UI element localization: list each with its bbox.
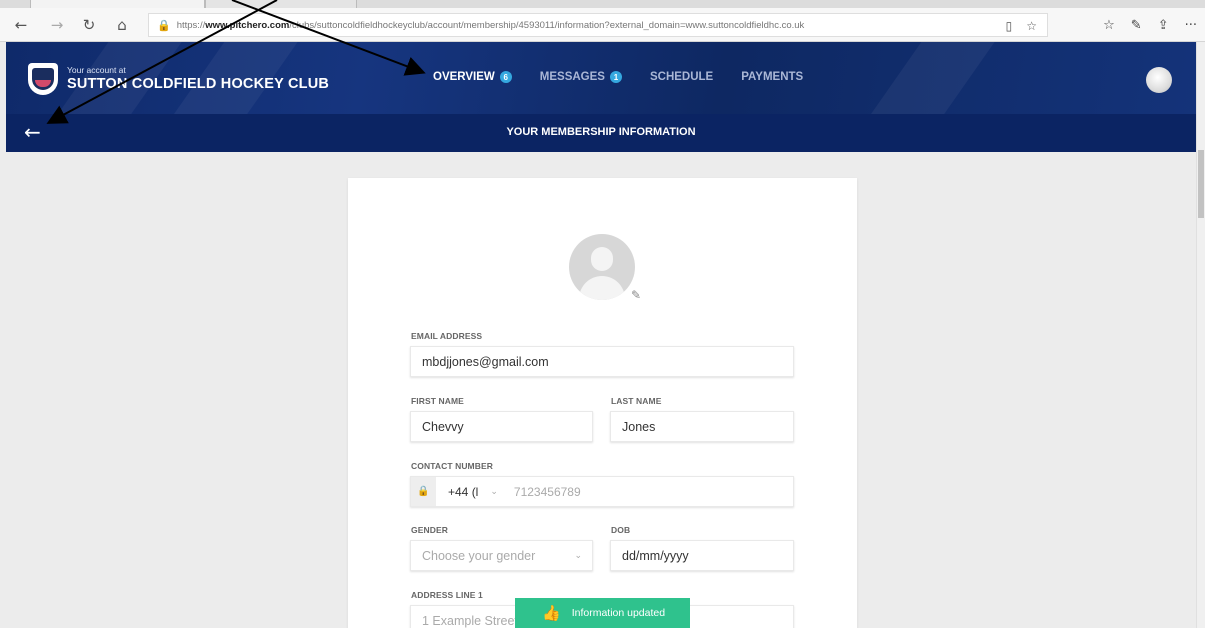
- contact-number-label: CONTACT NUMBER: [411, 461, 493, 471]
- forward-button[interactable]: →: [44, 8, 70, 42]
- edit-photo-icon[interactable]: ✎: [631, 288, 641, 302]
- url-domain: www.pitchero.com: [205, 19, 290, 31]
- url-path: /clubs/suttoncoldfieldhockeyclub/account…: [289, 19, 805, 31]
- page-title: YOUR MEMBERSHIP INFORMATION: [506, 126, 696, 138]
- address-line-1-placeholder: 1 Example Street: [422, 613, 518, 628]
- browser-tab[interactable]: [205, 0, 357, 8]
- url-prefix: https://: [176, 19, 206, 31]
- more-icon[interactable]: ···: [1185, 18, 1197, 33]
- first-name-value: Chevvy: [422, 419, 464, 434]
- email-label: EMAIL ADDRESS: [411, 331, 483, 341]
- nav-label: SCHEDULE: [649, 71, 714, 83]
- chevron-down-icon[interactable]: ⌄: [490, 487, 498, 497]
- notes-icon[interactable]: ✎: [1131, 18, 1142, 33]
- country-code-select[interactable]: +44 (l: [448, 485, 478, 499]
- membership-form-card: ✎ EMAIL ADDRESS mbdjjones@gmail.com FIRS…: [348, 178, 857, 628]
- nav-overview[interactable]: OVERVIEW 6: [433, 71, 512, 83]
- email-field[interactable]: mbdjjones@gmail.com: [410, 346, 794, 377]
- dob-label: DOB: [611, 525, 631, 535]
- user-avatar[interactable]: [1146, 67, 1172, 93]
- profile-photo[interactable]: [569, 234, 635, 300]
- header-topbar: Your account at SUTTON COLDFIELD HOCKEY …: [6, 42, 1196, 114]
- browser-toolbar: ← → ↻ ⌂ 🔒 https:// www.pitchero.com /clu…: [0, 8, 1205, 42]
- toast-message: Information updated: [571, 607, 666, 619]
- messages-count-badge: 1: [609, 71, 622, 83]
- first-name-label: FIRST NAME: [411, 396, 464, 406]
- gender-placeholder: Choose your gender: [422, 548, 536, 563]
- overview-count-badge: 6: [499, 71, 512, 83]
- thumbs-up-icon: 👍: [542, 604, 561, 622]
- nav-payments[interactable]: PAYMENTS: [741, 71, 803, 83]
- browser-tab[interactable]: [30, 0, 205, 8]
- favorite-star-icon[interactable]: ☆: [1026, 19, 1037, 33]
- last-name-value: Jones: [622, 419, 656, 434]
- phone-number-input[interactable]: 7123456789: [514, 485, 581, 499]
- first-name-field[interactable]: Chevvy: [410, 411, 593, 442]
- success-toast: 👍 Information updated: [515, 598, 690, 628]
- contact-number-field[interactable]: 🔒 +44 (l ⌄ 7123456789: [410, 476, 794, 507]
- last-name-field[interactable]: Jones: [610, 411, 794, 442]
- nav-schedule[interactable]: SCHEDULE: [650, 71, 713, 83]
- lock-icon: 🔒: [157, 18, 171, 32]
- address-line-1-label: ADDRESS LINE 1: [411, 590, 483, 600]
- scrollbar-thumb[interactable]: [1198, 150, 1204, 218]
- browser-tab-strip: [0, 0, 1205, 8]
- account-label: Your account at: [67, 65, 126, 75]
- back-button[interactable]: ←: [8, 8, 34, 42]
- nav-messages[interactable]: MESSAGES 1: [540, 71, 622, 83]
- club-crest-logo[interactable]: [28, 63, 58, 95]
- site-header: Your account at SUTTON COLDFIELD HOCKEY …: [6, 42, 1196, 152]
- chevron-down-icon: ⌄: [574, 550, 582, 561]
- page-scrollbar[interactable]: [1196, 42, 1205, 628]
- favorites-icon[interactable]: ☆: [1103, 18, 1115, 33]
- main-nav: OVERVIEW 6 MESSAGES 1 SCHEDULE PAYMENTS: [433, 71, 803, 83]
- lock-icon: 🔒: [411, 477, 436, 506]
- email-value: mbdjjones@gmail.com: [422, 354, 549, 369]
- club-name[interactable]: SUTTON COLDFIELD HOCKEY CLUB: [67, 76, 329, 92]
- address-bar[interactable]: 🔒 https:// www.pitchero.com /clubs/sutto…: [148, 13, 1048, 37]
- share-icon[interactable]: ⇪: [1158, 18, 1169, 33]
- gender-label: GENDER: [411, 525, 448, 535]
- nav-label: PAYMENTS: [741, 71, 804, 83]
- home-button[interactable]: ⌂: [109, 8, 135, 42]
- refresh-button[interactable]: ↻: [76, 8, 102, 42]
- page-subheader: ← YOUR MEMBERSHIP INFORMATION: [6, 114, 1196, 152]
- dob-field[interactable]: dd/mm/yyyy: [610, 540, 794, 571]
- gender-select[interactable]: Choose your gender ⌄: [410, 540, 593, 571]
- last-name-label: LAST NAME: [611, 396, 662, 406]
- nav-label: MESSAGES: [539, 71, 605, 83]
- reading-view-icon[interactable]: ▯: [1006, 19, 1013, 33]
- dob-placeholder: dd/mm/yyyy: [622, 548, 689, 563]
- nav-label: OVERVIEW: [433, 71, 495, 83]
